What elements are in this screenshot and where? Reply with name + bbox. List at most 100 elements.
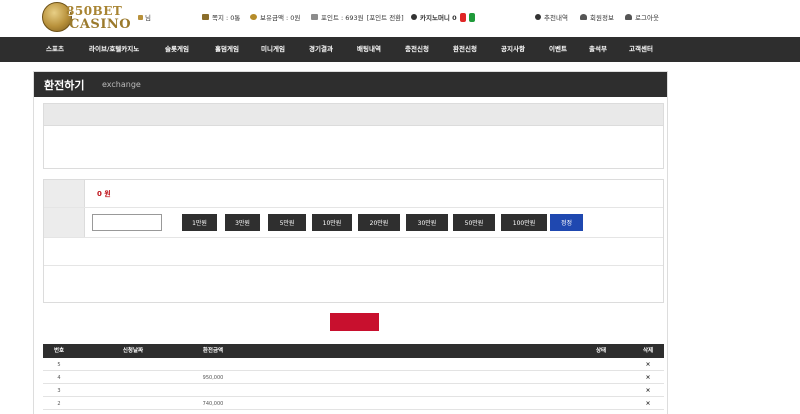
amount-button-200k[interactable]: 20만원	[358, 214, 400, 231]
person-icon	[580, 14, 587, 20]
row-no: 4	[57, 375, 61, 381]
logout-label: 로그아웃	[635, 14, 659, 22]
exchange-form: 0 원 1만원 3만원 5만원 10만원 20만원 30만원 50만원 100만…	[43, 179, 664, 303]
gear-icon	[411, 14, 417, 20]
amount-button-50k[interactable]: 5만원	[268, 214, 306, 231]
main-nav: 스포츠 라이브/호텔카지노 슬롯게임 홀덤게임 미니게임 경기결과 배팅내역 충…	[0, 37, 800, 62]
row-holder	[413, 359, 463, 371]
row-date	[93, 398, 173, 410]
holding-row: 0 원	[44, 180, 663, 208]
amount-button-1m[interactable]: 100만원	[501, 214, 547, 231]
row-account	[288, 359, 378, 371]
holding-label	[44, 180, 85, 207]
exchange-submit-button[interactable]	[330, 313, 379, 331]
amount-button-10k[interactable]: 1만원	[182, 214, 217, 231]
row-account	[288, 398, 378, 410]
nav-item-support[interactable]: 고객센터	[629, 37, 653, 62]
money-value: 보유금액 : 0원	[260, 14, 301, 22]
recommend-label: 추천내역	[544, 14, 568, 22]
point-status: 포인트 : 693원 [포인트 전환]	[311, 10, 404, 24]
nav-item-notice[interactable]: 공지사항	[501, 37, 525, 62]
nav-item-slot[interactable]: 슬롯게임	[165, 37, 189, 62]
amount-button-100k[interactable]: 10만원	[312, 214, 352, 231]
casino-withdraw-badge[interactable]	[468, 12, 475, 22]
won-icon	[250, 14, 257, 20]
holding-value: 0 원	[97, 189, 111, 198]
mail-status[interactable]: 쪽지 : 0통	[202, 10, 240, 24]
table-row: 2 740,000 ×	[43, 398, 664, 410]
reset-button[interactable]: 정정	[550, 214, 583, 231]
recommend-link[interactable]: 추천내역	[535, 10, 568, 24]
user-name-box: 님	[138, 10, 208, 24]
amount-button-300k[interactable]: 30만원	[406, 214, 448, 231]
nav-item-minigame[interactable]: 미니게임	[261, 37, 285, 62]
recommend-icon	[535, 14, 541, 20]
panel-header: 환전하기 exchange	[34, 72, 667, 97]
casino-money-value: 카지노머니 0	[420, 14, 457, 22]
col-status: 상태	[595, 348, 607, 354]
delete-icon[interactable]: ×	[633, 359, 663, 371]
warning-row	[44, 238, 663, 266]
point-icon	[311, 14, 318, 20]
site-logo[interactable]: 850BET CASINO	[42, 2, 138, 34]
row-date	[93, 359, 173, 371]
col-account	[288, 344, 378, 358]
delete-icon[interactable]: ×	[633, 385, 663, 397]
row-amount: 740,000	[202, 401, 224, 407]
nav-item-sports[interactable]: 스포츠	[46, 37, 64, 62]
top-bar: 850BET CASINO 님 쪽지 : 0통 보유금액 : 0원 포인트 : …	[0, 0, 800, 37]
notice-body	[44, 126, 663, 138]
logout-icon	[625, 14, 632, 20]
money-status: 보유금액 : 0원	[250, 10, 300, 24]
member-info-link[interactable]: 회원정보	[580, 10, 614, 24]
row-status	[573, 372, 629, 384]
table-header: 번호 신청날짜 환전금액 상태 삭제	[43, 344, 664, 358]
nav-item-event[interactable]: 이벤트	[549, 37, 567, 62]
col-amount: 환전금액	[202, 348, 224, 354]
mail-count: 쪽지 : 0통	[212, 14, 241, 22]
page-subtitle: exchange	[102, 80, 141, 89]
casino-convert-badge[interactable]	[459, 12, 466, 22]
notice-title	[44, 104, 663, 126]
nav-item-results[interactable]: 경기결과	[309, 37, 333, 62]
col-no: 번호	[53, 348, 65, 354]
row-processed	[483, 372, 543, 384]
delete-icon[interactable]: ×	[633, 398, 663, 410]
page-title: 환전하기	[44, 79, 85, 92]
amount-input[interactable]	[92, 214, 162, 231]
row-no: 5	[57, 362, 61, 368]
row-no: 3	[57, 388, 61, 394]
logout-link[interactable]: 로그아웃	[625, 10, 659, 24]
nav-item-holdem[interactable]: 홀덤게임	[215, 37, 239, 62]
mail-icon	[202, 14, 209, 20]
amount-button-30k[interactable]: 3만원	[225, 214, 260, 231]
nav-item-bet-history[interactable]: 배팅내역	[357, 37, 381, 62]
point-value: 포인트 : 693원	[321, 14, 364, 22]
logo-text-top: 850BET	[66, 4, 123, 18]
row-processed	[483, 385, 543, 397]
row-processed	[483, 398, 543, 410]
col-delete: 삭제	[642, 348, 654, 354]
nav-item-deposit[interactable]: 충전신청	[405, 37, 429, 62]
user-level-icon	[138, 14, 143, 20]
row-holder	[413, 372, 463, 384]
row-holder	[413, 385, 463, 397]
point-convert-link[interactable]: [포인트 전환]	[367, 12, 404, 22]
row-holder	[413, 398, 463, 410]
nav-item-withdraw[interactable]: 환전신청	[453, 37, 477, 62]
col-processed	[483, 344, 543, 358]
row-status	[573, 398, 629, 410]
table-row: 3 ×	[43, 385, 664, 397]
row-no: 2	[57, 401, 61, 407]
row-date	[93, 385, 173, 397]
delete-icon[interactable]: ×	[633, 372, 663, 384]
table-row: 5 ×	[43, 359, 664, 371]
casino-money-status: 카지노머니 0	[411, 10, 475, 24]
nav-item-attendance[interactable]: 출석부	[589, 37, 607, 62]
exchange-panel: 환전하기 exchange 0 원 1만원 3만원 5만원 10만원 20만원 …	[33, 71, 668, 414]
row-processed	[483, 359, 543, 371]
table-row: 4 950,000 ×	[43, 372, 664, 384]
nav-item-live-casino[interactable]: 라이브/호텔카지노	[89, 37, 139, 62]
row-date	[93, 372, 173, 384]
amount-button-500k[interactable]: 50만원	[453, 214, 495, 231]
